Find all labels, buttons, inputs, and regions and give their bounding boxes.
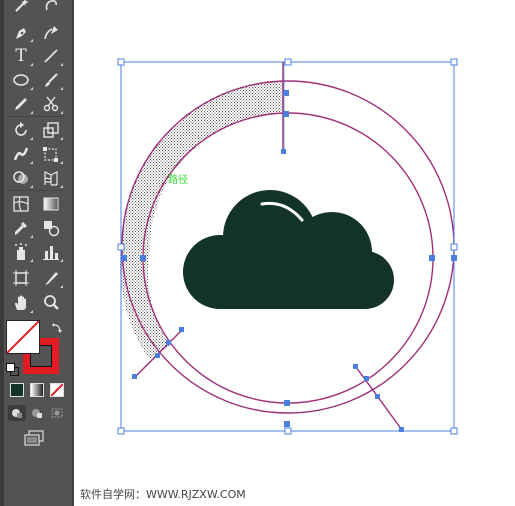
curvature-tool[interactable] bbox=[38, 21, 64, 43]
pen-tool[interactable] bbox=[8, 21, 34, 43]
fill-swatch-none[interactable] bbox=[6, 320, 40, 354]
column-graph-tool[interactable] bbox=[38, 241, 64, 263]
eyedropper-tool[interactable] bbox=[8, 217, 34, 239]
warp-tool[interactable] bbox=[8, 143, 34, 165]
symbol-sprayer-tool[interactable] bbox=[8, 241, 34, 263]
gradient-button[interactable] bbox=[30, 383, 44, 397]
watermark: 软件自学网：WWW.RJZXW.COM bbox=[80, 488, 246, 501]
rotate-tool[interactable] bbox=[8, 119, 34, 141]
tools-panel: T bbox=[0, 0, 74, 506]
smart-guide-label: 路径 bbox=[168, 173, 188, 186]
draw-inside-button[interactable] bbox=[48, 405, 66, 421]
screen-mode-button[interactable] bbox=[22, 429, 46, 447]
swap-fill-stroke-icon[interactable] bbox=[51, 319, 63, 333]
free-transform-tool[interactable] bbox=[38, 143, 64, 165]
blend-tool[interactable] bbox=[38, 217, 64, 239]
color-button[interactable] bbox=[10, 383, 24, 397]
cloud-icon[interactable] bbox=[183, 190, 394, 309]
fill-stroke-widget bbox=[5, 317, 69, 379]
draw-normal-button[interactable] bbox=[8, 405, 26, 421]
slice-tool[interactable] bbox=[38, 267, 64, 289]
hand-tool[interactable] bbox=[8, 292, 34, 314]
lower-right-anchor-handle[interactable] bbox=[353, 364, 404, 432]
zoom-tool[interactable] bbox=[38, 292, 64, 314]
draw-behind-button[interactable] bbox=[28, 405, 46, 421]
magic-wand-tool[interactable] bbox=[8, 0, 34, 16]
type-tool[interactable]: T bbox=[8, 45, 34, 67]
paintbrush-tool[interactable] bbox=[38, 69, 64, 91]
mesh-tool[interactable] bbox=[8, 193, 34, 215]
default-fill-stroke-icon[interactable] bbox=[6, 363, 19, 376]
perspective-grid-tool[interactable] bbox=[38, 167, 64, 189]
type-icon: T bbox=[15, 45, 27, 66]
ellipse-tool[interactable] bbox=[8, 69, 34, 91]
artboard-canvas[interactable]: 路径 bbox=[74, 0, 515, 506]
pencil-tool[interactable] bbox=[8, 93, 34, 115]
line-segment-tool[interactable] bbox=[38, 45, 64, 67]
none-button[interactable] bbox=[50, 383, 64, 397]
shape-builder-tool[interactable] bbox=[8, 167, 34, 189]
lasso-tool[interactable] bbox=[38, 0, 64, 16]
artboard-tool[interactable] bbox=[8, 267, 34, 289]
scissors-tool[interactable] bbox=[38, 93, 64, 115]
scale-tool[interactable] bbox=[38, 119, 64, 141]
gradient-tool[interactable] bbox=[38, 193, 64, 215]
